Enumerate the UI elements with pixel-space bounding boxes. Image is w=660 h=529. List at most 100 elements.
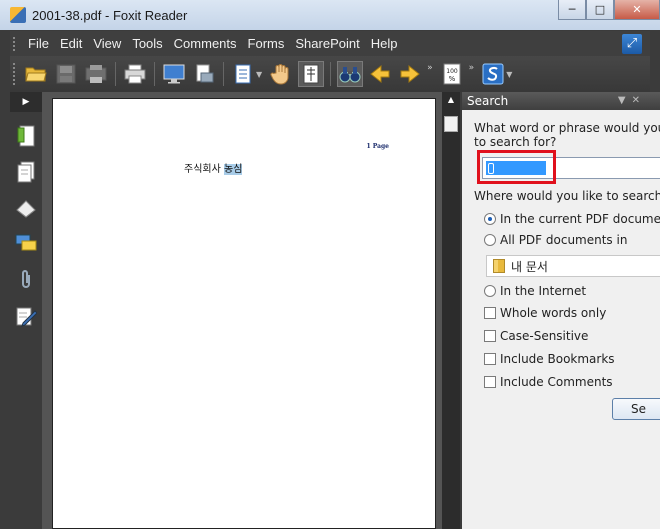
option-whole-words-label: Whole words only [500,306,607,320]
option-case-sensitive[interactable]: Case-Sensitive [484,329,588,343]
page-number-label: 1 Page [366,143,389,150]
zoom-value-text: 100 [446,68,458,75]
menu-file[interactable]: File [28,36,49,51]
document-view[interactable]: 1 Page 주식회사 농심 [42,92,442,529]
save-disk-icon [56,64,76,84]
more-tools-toggle-2[interactable]: » [469,63,475,73]
zoom-percent-icon: 100% [443,63,461,85]
paperclip-icon [22,270,30,288]
full-screen-button[interactable] [161,61,187,87]
folder-select-dropdown[interactable]: 내 문서 [486,255,660,277]
search-location-label: Where would you like to search [474,189,660,203]
actual-size-button[interactable]: 100% [439,61,465,87]
more-tools-toggle[interactable]: » [427,63,433,73]
foxit-reader-window: 2001-38.pdf - Foxit Reader ─ □ ✕ File Ed… [0,0,660,529]
option-include-comments[interactable]: Include Comments [484,375,613,389]
option-include-bookmarks-label: Include Bookmarks [500,352,615,366]
scan-document-button[interactable] [191,61,217,87]
page-layout-icon [235,64,251,84]
radio-all-pdf[interactable] [484,234,496,246]
signature-pen-icon [16,307,37,327]
search-button[interactable]: Se [612,398,660,420]
panel-menu-chevron-icon[interactable]: ▼ [618,95,632,106]
save-button[interactable] [53,61,79,87]
arrow-right-icon [400,64,420,84]
minimize-button[interactable]: ─ [558,0,586,20]
checkbox-whole-words[interactable] [484,307,496,319]
option-internet-label: In the Internet [500,284,587,298]
main-toolbar: ▼ » 100% » ▼ [10,56,650,92]
chevron-down-icon[interactable]: ▼ [256,70,262,79]
expand-pane-arrow-icon[interactable]: ▶ [10,92,42,112]
arrow-left-icon [370,64,390,84]
menu-sharepoint[interactable]: SharePoint [295,36,359,51]
attachments-panel-button[interactable] [14,268,38,292]
panel-close-icon[interactable]: ✕ [632,95,646,106]
option-case-sensitive-label: Case-Sensitive [500,329,589,343]
binoculars-icon [339,67,361,83]
vertical-scrollbar[interactable]: ▲ [442,92,460,529]
option-whole-words[interactable]: Whole words only [484,306,606,320]
bookmarks-panel-button[interactable] [14,124,38,148]
foxit-update-button[interactable] [480,61,506,87]
scroll-up-arrow-icon[interactable]: ▲ [442,92,460,108]
title-bar: 2001-38.pdf - Foxit Reader ─ □ ✕ [0,0,660,30]
panel-header-controls: ▼✕ [618,92,646,110]
open-file-button[interactable] [23,61,49,87]
pdf-page[interactable]: 1 Page 주식회사 농심 [52,98,436,529]
checkbox-include-bookmarks[interactable] [484,353,496,365]
layers-panel-button[interactable] [14,196,38,220]
folder-select-value: 내 문서 [511,259,548,274]
menu-edit[interactable]: Edit [60,36,82,51]
heading-prefix: 주식회사 [184,164,221,175]
find-button[interactable] [337,61,364,87]
radio-current-pdf[interactable] [484,213,496,225]
menu-grip-handle[interactable] [13,36,17,51]
search-question-line2: to search for? [474,135,557,149]
maximize-button[interactable]: □ [586,0,614,20]
previous-page-button[interactable] [367,61,393,87]
layers-icon [16,200,36,218]
close-button[interactable]: ✕ [614,0,660,20]
checkbox-include-comments[interactable] [484,376,496,388]
folder-icon [493,259,505,273]
toolbar-separator [115,62,116,86]
radio-internet[interactable] [484,285,496,297]
menu-help[interactable]: Help [371,36,398,51]
search-field-highlight-box [477,150,556,184]
option-internet[interactable]: In the Internet [484,284,586,298]
window-title: 2001-38.pdf - Foxit Reader [32,7,188,23]
pages-icon [17,161,35,183]
select-text-button[interactable] [298,61,325,87]
option-all-pdf[interactable]: All PDF documents in [484,233,627,247]
percent-sign-text: % [448,75,455,83]
checkbox-case-sensitive[interactable] [484,330,496,342]
toolbar-separator [223,62,224,86]
next-page-button[interactable] [397,61,423,87]
menu-comments[interactable]: Comments [174,36,237,51]
option-include-bookmarks[interactable]: Include Bookmarks [484,352,615,366]
hand-tool-button[interactable] [268,61,294,87]
open-folder-icon [25,67,47,82]
menu-bar: File Edit View Tools Comments Forms Shar… [10,31,650,56]
menu-view[interactable]: View [93,36,121,51]
option-all-pdf-label: All PDF documents in [500,233,628,247]
signatures-panel-button[interactable] [14,304,38,328]
search-panel-header: Search ▼✕ [462,92,660,110]
menu-tools[interactable]: Tools [132,36,162,51]
option-current-pdf-label: In the current PDF docume [500,212,660,226]
toolbar-grip-handle[interactable] [13,63,17,85]
menu-forms[interactable]: Forms [248,36,285,51]
bookmark-icon [17,125,35,147]
comments-panel-button[interactable] [14,232,38,256]
printer-icon [124,64,146,84]
save-as-button[interactable] [83,61,109,87]
print-button[interactable] [122,61,148,87]
scroll-thumb[interactable] [444,116,458,132]
select-text-icon [303,64,319,84]
chevron-down-icon[interactable]: ▼ [506,70,512,79]
option-current-pdf[interactable]: In the current PDF docume [484,212,660,226]
resize-window-icon[interactable]: ⤢ [622,34,642,54]
pages-panel-button[interactable] [14,160,38,184]
page-layout-button[interactable] [230,61,256,87]
